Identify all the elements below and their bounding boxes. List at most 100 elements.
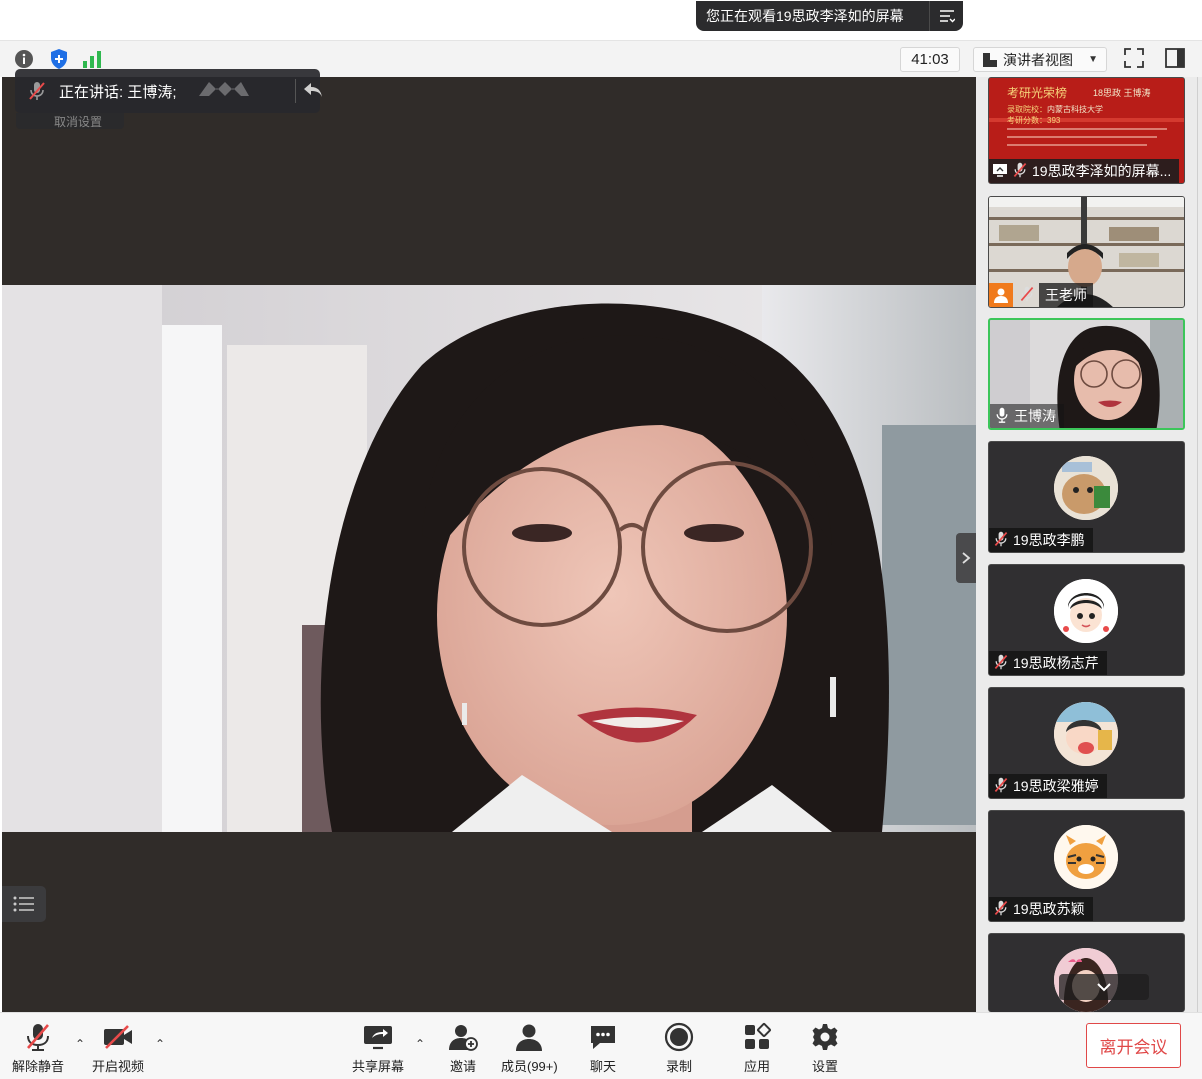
participant-gallery: 考研光荣榜 18思政 王博涛 录取院校：内蒙古科技大学 考研分数：393 19思… (976, 77, 1202, 1012)
participant-tile[interactable]: 19思政苏颖 (988, 810, 1185, 922)
mic-muted-icon (993, 530, 1009, 551)
participant-name: 19思政梁雅婷 (1013, 778, 1099, 794)
settings-button[interactable]: 设置 (808, 1021, 842, 1077)
list-menu-button[interactable] (2, 886, 46, 922)
unmute-button[interactable]: 解除静音 (12, 1021, 64, 1077)
participant-name-tag: 王博涛 (990, 404, 1064, 428)
apps-label: 应用 (743, 1059, 770, 1074)
preview-line1: 录取院校：内蒙古科技大学 (1007, 104, 1103, 115)
active-speaker-video (2, 285, 976, 832)
meeting-window: 您正在观看19思政李泽如的屏幕 41:03 演讲者视图 ▼ 正在讲话: 王博涛;… (0, 0, 1202, 1079)
avatar (1054, 456, 1118, 520)
network-signal-icon[interactable] (81, 48, 103, 70)
participant-name-tag: 19思政梁雅婷 (989, 774, 1107, 798)
video-options-caret-icon[interactable]: ⌃ (155, 1037, 169, 1051)
avatar (1054, 825, 1118, 889)
preview-line1-label: 录取院校： (1007, 105, 1047, 114)
user-avatar-icon (989, 283, 1013, 307)
chevron-down-icon: ▼ (1088, 54, 1098, 65)
preview-subtitle: 18思政 王博涛 (1093, 88, 1151, 98)
start-video-label: 开启视频 (92, 1059, 145, 1074)
leave-meeting-button[interactable]: 离开会议 (1086, 1023, 1181, 1068)
side-panel-scrollbar[interactable] (1197, 77, 1198, 1012)
participant-name-tag: 19思政苏颖 (989, 897, 1093, 921)
participant-tile[interactable]: 19思政杨志芹 (988, 564, 1185, 676)
mic-muted-icon (1012, 161, 1028, 182)
participant-tile[interactable] (988, 933, 1185, 1012)
info-icon[interactable] (13, 48, 35, 70)
speaking-label: 正在讲话: 王博涛; (59, 83, 177, 101)
record-label: 录制 (665, 1059, 692, 1074)
video-off-icon (101, 1021, 135, 1053)
side-panel-toggle-icon[interactable] (1164, 47, 1188, 71)
banner-menu-icon[interactable] (929, 1, 963, 31)
avatar (1054, 702, 1118, 766)
participant-tile[interactable]: 王老师 (988, 196, 1185, 308)
members-button[interactable]: 成员(99+) (501, 1021, 558, 1077)
participant-name: 王博涛 (1014, 408, 1056, 424)
meeting-logo-icon (195, 76, 253, 106)
view-mode-label: 演讲者视图 (1003, 51, 1073, 68)
mic-muted-icon (993, 653, 1009, 674)
participant-tile[interactable]: 考研光荣榜 18思政 王博涛 录取院校：内蒙古科技大学 考研分数：393 19思… (988, 77, 1185, 184)
record-icon (662, 1021, 696, 1053)
list-icon (13, 896, 34, 912)
fullscreen-icon[interactable] (1123, 47, 1147, 71)
participant-name: 19思政李鹏 (1013, 532, 1085, 548)
participant-name: 王老师 (1039, 283, 1093, 307)
participant-name-tag: 19思政李鹏 (989, 528, 1093, 552)
apps-button[interactable]: 应用 (740, 1021, 774, 1077)
gear-icon (808, 1021, 842, 1053)
invite-label: 邀请 (449, 1059, 476, 1074)
mic-muted-icon (15, 80, 59, 102)
preview-title: 考研光荣榜 (1007, 86, 1068, 100)
avatar (1054, 579, 1118, 643)
audio-options-caret-icon[interactable]: ⌃ (75, 1037, 89, 1051)
participant-name: 19思政李泽如的屏幕... (1032, 163, 1172, 179)
share-screen-label: 共享屏幕 (352, 1059, 405, 1074)
divider (295, 79, 296, 103)
invite-button[interactable]: 邀请 (446, 1021, 480, 1077)
screen-share-banner[interactable]: 您正在观看19思政李泽如的屏幕 (696, 1, 963, 31)
participant-name-tag: 19思政杨志芹 (989, 651, 1107, 675)
speaking-indicator: 正在讲话: 王博涛; (15, 69, 322, 113)
unmute-label: 解除静音 (12, 1059, 65, 1074)
security-shield-icon[interactable] (48, 48, 70, 70)
add-user-icon (446, 1021, 480, 1053)
meeting-controls-bar: 解除静音 ⌃ 开启视频 ⌃ 共享屏幕 ⌃ 邀请 成员(99+) 聊天 录制 应用… (0, 1012, 1202, 1079)
view-mode-dropdown[interactable]: 演讲者视图 ▼ (973, 47, 1107, 72)
speaker-view-icon (983, 52, 997, 67)
share-screen-icon (361, 1021, 395, 1053)
participant-name: 19思政杨志芹 (1013, 655, 1099, 671)
participant-name: 19思政苏颖 (1013, 901, 1085, 917)
participant-name-tag: 王老师 (989, 283, 1101, 307)
share-screen-button[interactable]: 共享屏幕 (352, 1021, 404, 1077)
members-label: 成员(99+) (501, 1059, 558, 1074)
meeting-timer: 41:03 (900, 47, 960, 72)
participant-tile[interactable]: 19思政梁雅婷 (988, 687, 1185, 799)
hidden-tooltip: 取消设置 (16, 113, 124, 129)
share-options-caret-icon[interactable]: ⌃ (415, 1037, 429, 1051)
collapse-side-panel-handle[interactable] (956, 533, 976, 583)
top-strip: 您正在观看19思政李泽如的屏幕 (0, 0, 1202, 40)
participant-tile-active[interactable]: 王博涛 (988, 318, 1185, 430)
chat-label: 聊天 (589, 1059, 616, 1074)
mic-muted-icon (21, 1021, 55, 1053)
record-button[interactable]: 录制 (662, 1021, 696, 1077)
preview-line2: 考研分数：393 (1007, 116, 1061, 125)
start-video-button[interactable]: 开启视频 (92, 1021, 144, 1077)
participant-tile[interactable]: 19思政李鹏 (988, 441, 1185, 553)
reply-arrow-icon[interactable] (302, 81, 324, 103)
settings-label: 设置 (811, 1059, 838, 1074)
mic-muted-icon (993, 776, 1009, 797)
share-banner-text: 您正在观看19思政李泽如的屏幕 (706, 8, 904, 24)
scroll-down-button[interactable] (1059, 974, 1149, 1000)
chevron-right-icon (962, 552, 971, 564)
chat-button[interactable]: 聊天 (586, 1021, 620, 1077)
chat-bubble-icon (586, 1021, 620, 1053)
members-icon (512, 1021, 546, 1053)
mic-muted-icon (1019, 285, 1035, 306)
screen-share-icon (992, 163, 1008, 180)
apps-grid-icon (740, 1021, 774, 1053)
mic-muted-icon (993, 899, 1009, 920)
